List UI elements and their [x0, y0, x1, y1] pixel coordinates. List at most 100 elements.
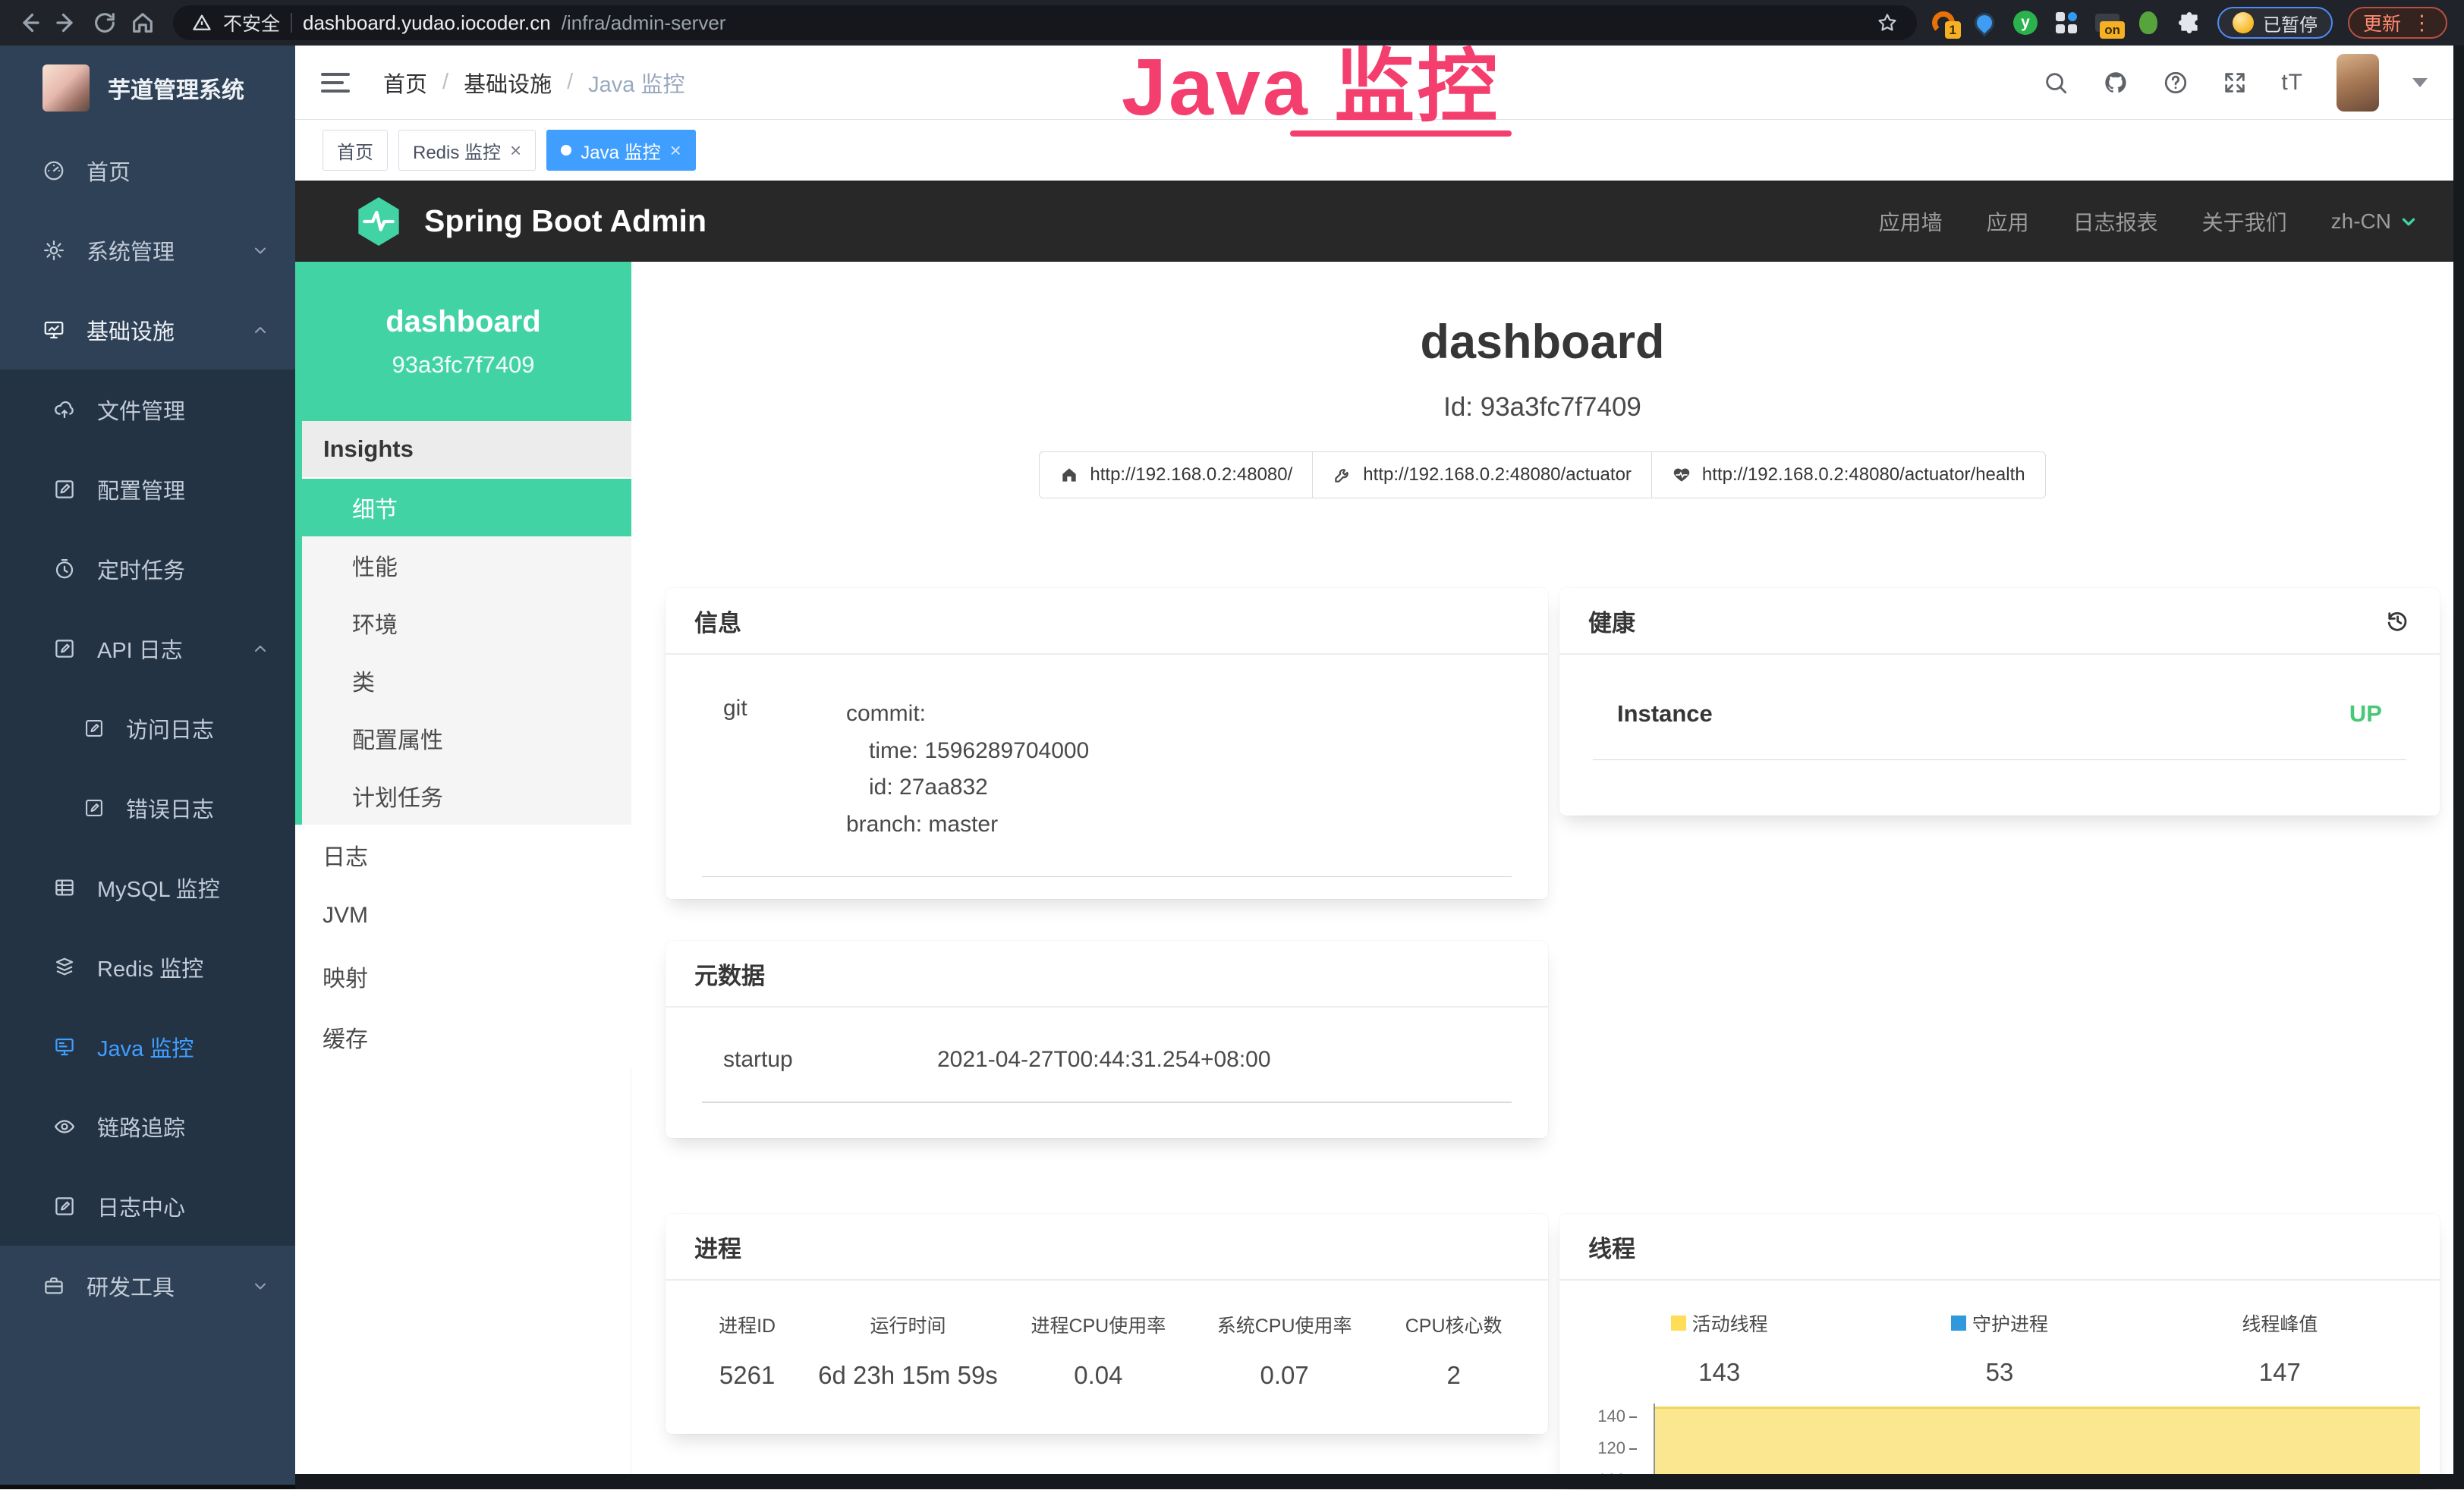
sba-item-configprops[interactable]: 配置属性 — [302, 709, 631, 767]
profile-paused-pill[interactable]: 已暂停 — [2217, 7, 2333, 39]
sidebar-item-error-logs[interactable]: 错误日志 — [0, 768, 295, 847]
extension-y-icon[interactable]: y — [2012, 10, 2038, 36]
sba-item-mappings[interactable]: 映射 — [295, 946, 631, 1007]
y-axis-tick: 120 — [1590, 1438, 1637, 1458]
tag-java-monitor[interactable]: Java 监控 × — [546, 130, 696, 171]
sidebar-item-label: 配置管理 — [97, 473, 269, 505]
page-title: dashboard — [631, 315, 2453, 369]
breadcrumb-separator: / — [567, 70, 573, 95]
breadcrumb-infrastructure[interactable]: 基础设施 — [464, 67, 552, 99]
sba-item-logs[interactable]: 日志 — [295, 825, 631, 885]
home-icon[interactable] — [126, 6, 159, 39]
tag-label: 首页 — [337, 137, 373, 164]
sba-item-scheduled-tasks[interactable]: 计划任务 — [302, 767, 631, 825]
sidebar-item-java-monitor[interactable]: Java 监控 — [0, 1007, 295, 1086]
tag-home[interactable]: 首页 — [323, 130, 388, 171]
legend-peak-threads: 线程峰值 147 — [2140, 1309, 2420, 1387]
sba-item-metrics[interactable]: 性能 — [302, 536, 631, 594]
process-col-proc-cpu: 进程CPU使用率 0.04 — [1005, 1311, 1191, 1390]
instance-id: 93a3fc7f7409 — [392, 351, 535, 379]
health-row-instance[interactable]: Instance UP — [1593, 655, 2406, 760]
annotation-underline — [1290, 130, 1512, 137]
instance-health-link[interactable]: http://192.168.0.2:48080/actuator/health — [1651, 451, 2046, 498]
header-actions: tT — [2043, 54, 2428, 112]
sba-item-jvm[interactable]: JVM — [295, 885, 631, 946]
forward-icon[interactable] — [50, 6, 83, 39]
sidebar-item-api-logs[interactable]: API 日志 — [0, 608, 295, 688]
sba-item-environment[interactable]: 环境 — [302, 594, 631, 652]
sba-nav-applications[interactable]: 应用 — [1987, 206, 2029, 237]
sidebar-item-infrastructure[interactable]: 基础设施 — [0, 290, 295, 369]
sidebar-item-home[interactable]: 首页 — [0, 130, 295, 210]
extension-leaf-icon[interactable] — [2135, 10, 2161, 36]
hamburger-icon[interactable] — [321, 73, 350, 93]
update-label: 更新 — [2363, 9, 2401, 36]
gear-icon — [42, 239, 65, 262]
sidebar-item-scheduled-jobs[interactable]: 定时任务 — [0, 529, 295, 608]
sba-item-details[interactable]: 细节 — [302, 479, 631, 536]
sidebar-item-redis-monitor[interactable]: Redis 监控 — [0, 927, 295, 1007]
link-label: http://192.168.0.2:48080/actuator/health — [1702, 464, 2025, 486]
threads-card: 线程 活动线程 143 守护进程 53 线程峰值 147 — [1559, 1214, 2440, 1487]
extension-on-icon[interactable]: on — [2094, 10, 2120, 36]
sba-nav: 应用墙 应用 日志报表 关于我们 zh-CN — [1879, 206, 2418, 237]
github-icon[interactable] — [2102, 69, 2129, 96]
back-icon[interactable] — [12, 6, 46, 39]
search-icon[interactable] — [2043, 70, 2069, 96]
process-col-sys-cpu: 系统CPU使用率 0.07 — [1191, 1311, 1377, 1390]
locale-label: zh-CN — [2331, 209, 2391, 234]
monitor-chart-icon — [42, 319, 65, 341]
sba-brand[interactable]: Spring Boot Admin — [354, 195, 706, 248]
sba-item-classes[interactable]: 类 — [302, 652, 631, 709]
info-card: 信息 git commit: time: 1596289704000 id: 2… — [666, 588, 1548, 899]
sidebar-item-file-manage[interactable]: 文件管理 — [0, 369, 295, 449]
address-bar[interactable]: 不安全 dashboard.yudao.iocoder.cn /infra/ad… — [173, 5, 1917, 40]
sidebar-item-log-center[interactable]: 日志中心 — [0, 1166, 295, 1246]
tag-redis-monitor[interactable]: Redis 监控 × — [398, 130, 536, 171]
extension-pin-icon[interactable] — [1972, 10, 1997, 36]
extensions-puzzle-icon[interactable] — [2176, 10, 2202, 36]
instance-header[interactable]: dashboard 93a3fc7f7409 — [295, 262, 631, 421]
sba-locale-select[interactable]: zh-CN — [2331, 209, 2418, 234]
extension-orange-icon[interactable]: 1 — [1931, 10, 1956, 36]
sidebar-item-label: 访问日志 — [126, 712, 269, 744]
sidebar-item-trace[interactable]: 链路追踪 — [0, 1086, 295, 1166]
sba-nav-about[interactable]: 关于我们 — [2202, 206, 2287, 237]
threads-legend: 活动线程 143 守护进程 53 线程峰值 147 — [1559, 1281, 2440, 1387]
instance-actuator-link[interactable]: http://192.168.0.2:48080/actuator — [1312, 451, 1652, 498]
app-logo[interactable]: 芋道管理系统 — [0, 46, 295, 130]
sidebar-item-mysql-monitor[interactable]: MySQL 监控 — [0, 847, 295, 927]
sidebar-item-system[interactable]: 系统管理 — [0, 210, 295, 290]
breadcrumb-current: Java 监控 — [588, 67, 684, 99]
reload-icon[interactable] — [88, 6, 121, 39]
sidebar-item-label: 错误日志 — [126, 792, 269, 824]
instance-home-link[interactable]: http://192.168.0.2:48080/ — [1039, 451, 1313, 498]
tag-label: Java 监控 — [581, 137, 660, 164]
close-icon[interactable]: × — [510, 140, 521, 160]
sba-sidebar: dashboard 93a3fc7f7409 Insights 细节 性能 环境… — [295, 262, 631, 1476]
sba-item-caches[interactable]: 缓存 — [295, 1007, 631, 1067]
health-row-label: Instance — [1617, 700, 1713, 728]
font-size-icon[interactable]: tT — [2281, 70, 2303, 96]
breadcrumb-home[interactable]: 首页 — [383, 67, 427, 99]
browser-update-button[interactable]: 更新 ⋮ — [2348, 7, 2447, 39]
sba-nav-wallboard[interactable]: 应用墙 — [1879, 206, 1943, 237]
sidebar-item-config-manage[interactable]: 配置管理 — [0, 449, 295, 529]
menu-kebab-icon[interactable]: ⋮ — [2412, 11, 2432, 35]
extension-badge: 1 — [1945, 21, 1961, 39]
close-icon[interactable]: × — [670, 140, 681, 160]
extension-grid-icon[interactable] — [2053, 10, 2079, 36]
sidebar-item-access-logs[interactable]: 访问日志 — [0, 688, 295, 768]
bookmark-star-icon[interactable] — [1876, 11, 1899, 34]
sidebar-item-devtools[interactable]: 研发工具 — [0, 1246, 295, 1325]
sba-navbar: Spring Boot Admin 应用墙 应用 日志报表 关于我们 zh-CN — [295, 181, 2453, 262]
user-avatar[interactable] — [2337, 54, 2379, 112]
fullscreen-icon[interactable] — [2222, 70, 2248, 96]
info-card-title: 信息 — [666, 588, 1548, 655]
chevron-down-icon — [251, 241, 269, 259]
caret-down-icon[interactable] — [2412, 78, 2428, 87]
history-icon[interactable] — [2384, 607, 2411, 634]
instance-links: http://192.168.0.2:48080/ http://192.168… — [631, 451, 2453, 498]
help-icon[interactable] — [2163, 70, 2189, 96]
sba-nav-journal[interactable]: 日志报表 — [2073, 206, 2158, 237]
